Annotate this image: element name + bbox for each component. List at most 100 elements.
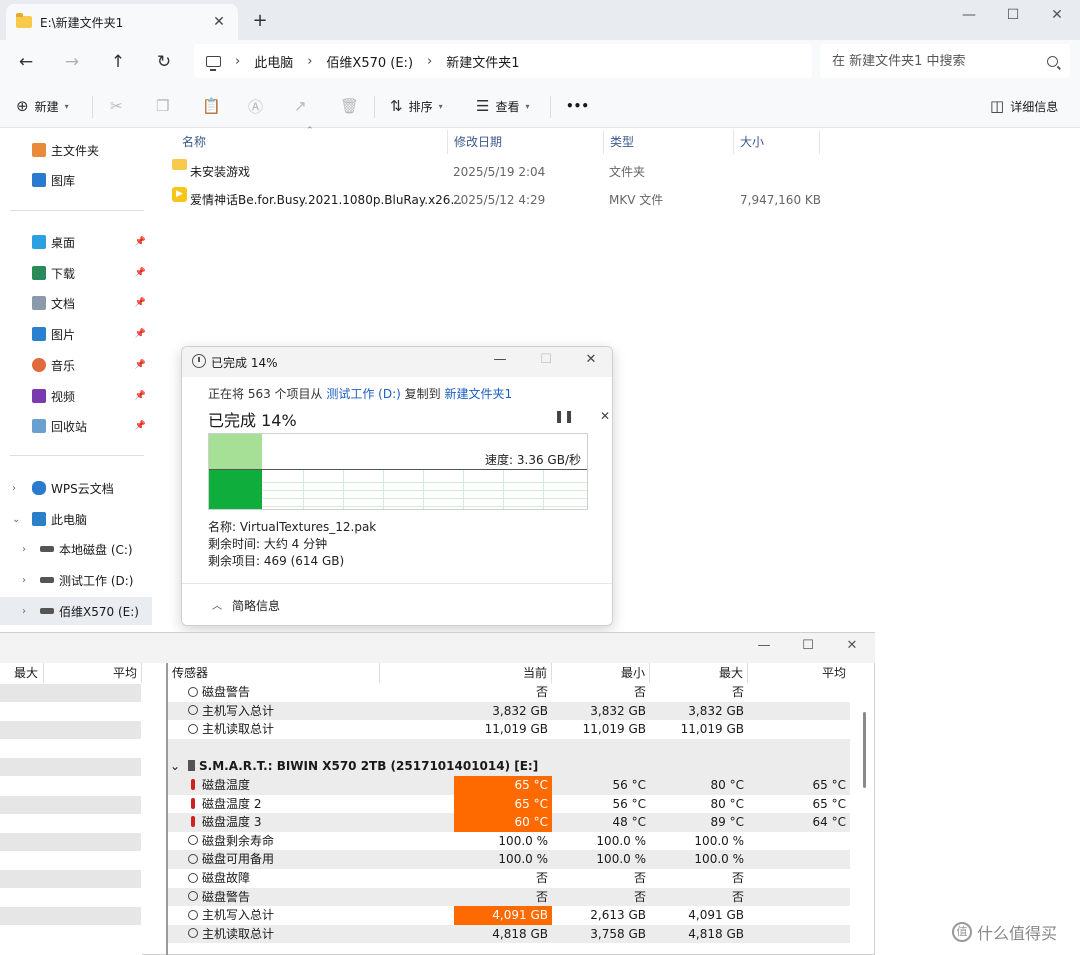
pause-icon[interactable]: ❚❚: [554, 409, 574, 423]
file-row[interactable]: ▶ 爱情神话Be.for.Busy.2021.1080p.BluRay.x26.…: [168, 187, 828, 213]
sidebar-item-pictures[interactable]: 图片 📌: [0, 320, 152, 348]
chevron-down-icon[interactable]: ⌄: [170, 757, 180, 776]
chevron-right-icon[interactable]: ›: [427, 54, 432, 69]
sensor-value-max: 89 °C: [710, 815, 744, 830]
sidebar-item-this-pc[interactable]: ⌄ 此电脑: [0, 505, 152, 533]
sensor-group-row[interactable]: ⌄ S.M.A.R.T.: BIWIN X570 2TB (25171014010…: [168, 757, 850, 776]
sensor-row[interactable]: 磁盘可用备用 100.0 % 100.0 % 100.0 %: [168, 850, 850, 869]
new-tab-icon[interactable]: +: [250, 10, 270, 31]
sensor-row[interactable]: 主机写入总计 3,832 GB 3,832 GB 3,832 GB: [168, 701, 850, 721]
drive-icon: [40, 608, 54, 614]
sensor-row[interactable]: 磁盘温度 65 °C 56 °C 80 °C 65 °C: [168, 776, 850, 795]
sidebar-item-documents[interactable]: 文档 📌: [0, 289, 152, 317]
breadcrumb-folder[interactable]: 新建文件夹1: [446, 52, 519, 71]
pin-icon[interactable]: 📌: [135, 360, 146, 370]
maximize-icon[interactable]: ☐: [990, 2, 1036, 28]
maximize-icon[interactable]: ☐: [796, 638, 820, 653]
sidebar-item-music[interactable]: 音乐 📌: [0, 351, 152, 379]
up-arrow-icon[interactable]: ↑: [106, 50, 130, 74]
tab-close-icon[interactable]: ✕: [210, 14, 228, 30]
close-window-icon[interactable]: ✕: [840, 638, 864, 653]
column-header-sensor[interactable]: 传感器: [168, 663, 380, 683]
source-link[interactable]: 测试工作 (D:): [326, 387, 400, 401]
less-details-button[interactable]: 简略信息: [232, 597, 280, 614]
sensor-row[interactable]: 主机读取总计 11,019 GB 11,019 GB 11,019 GB: [168, 720, 850, 739]
sidebar-item-drive-c[interactable]: › 本地磁盘 (C:): [0, 535, 152, 563]
share-button[interactable]: ↗: [294, 94, 307, 118]
column-header-name[interactable]: 名称: [174, 130, 448, 154]
column-header-current[interactable]: 当前: [380, 663, 552, 683]
destination-link[interactable]: 新建文件夹1: [444, 387, 512, 401]
scrollbar-thumb[interactable]: [863, 712, 866, 788]
copy-button[interactable]: ❐: [156, 94, 169, 118]
close-dialog-icon[interactable]: ✕: [579, 352, 603, 367]
column-header-max[interactable]: 最大: [0, 663, 44, 683]
sensor-row[interactable]: 磁盘剩余寿命 100.0 % 100.0 % 100.0 %: [168, 832, 850, 851]
column-header-date[interactable]: 修改日期: [446, 130, 604, 154]
search-icon[interactable]: [1047, 55, 1058, 67]
sidebar-item-drive-e[interactable]: › 佰维X570 (E:): [0, 597, 152, 625]
rename-button[interactable]: Ⓐ: [248, 94, 263, 118]
column-header-min[interactable]: 最小: [552, 663, 650, 683]
column-header-max[interactable]: 最大: [650, 663, 748, 683]
sidebar-item-downloads[interactable]: 下载 📌: [0, 259, 152, 287]
more-options-button[interactable]: •••: [566, 94, 589, 118]
close-window-icon[interactable]: ✕: [1034, 2, 1080, 28]
refresh-icon[interactable]: ↻: [152, 50, 176, 74]
column-header-avg[interactable]: 平均: [748, 663, 850, 683]
sensor-row[interactable]: 磁盘温度 2 65 °C 56 °C 80 °C 65 °C: [168, 794, 850, 814]
sensor-row[interactable]: 磁盘温度 3 60 °C 48 °C 89 °C 64 °C: [168, 813, 850, 832]
chevron-up-icon[interactable]: ︿: [212, 597, 222, 612]
minimize-icon[interactable]: —: [752, 638, 776, 653]
file-row[interactable]: 未安装游戏 2025/5/19 2:04 文件夹: [168, 159, 828, 185]
minimize-icon[interactable]: —: [946, 2, 992, 28]
forward-arrow-icon[interactable]: →: [60, 50, 84, 74]
chevron-right-icon[interactable]: ›: [22, 544, 26, 555]
sidebar-item-wps-cloud[interactable]: › WPS云文档: [0, 474, 152, 502]
search-input[interactable]: [832, 53, 1032, 69]
column-header-size[interactable]: 大小: [732, 130, 820, 154]
sort-button[interactable]: ⇅ 排序 ▾: [390, 94, 443, 118]
chevron-right-icon[interactable]: ›: [22, 606, 26, 617]
sidebar-item-recycle-bin[interactable]: 回收站 📌: [0, 412, 152, 440]
pin-icon[interactable]: 📌: [135, 237, 146, 247]
sensor-row[interactable]: 主机读取总计 4,818 GB 3,758 GB 4,818 GB: [168, 924, 850, 944]
pin-icon[interactable]: 📌: [135, 421, 146, 431]
chevron-down-icon[interactable]: ⌄: [12, 514, 20, 525]
sidebar-item-gallery[interactable]: 图库: [0, 166, 152, 194]
paste-button[interactable]: 📋: [202, 94, 221, 118]
chevron-right-icon[interactable]: ›: [22, 575, 26, 586]
pin-icon[interactable]: 📌: [135, 298, 146, 308]
sidebar-item-drive-d[interactable]: › 测试工作 (D:): [0, 566, 152, 594]
search-box[interactable]: [820, 44, 1070, 78]
chevron-right-icon[interactable]: ›: [307, 54, 312, 69]
back-arrow-icon[interactable]: ←: [14, 50, 38, 74]
new-button[interactable]: ⊕ 新建 ▾: [16, 94, 69, 118]
cut-button[interactable]: ✂: [110, 94, 123, 118]
sidebar-item-desktop[interactable]: 桌面 📌: [0, 228, 152, 256]
chevron-down-icon: ▾: [525, 101, 530, 111]
breadcrumb-drive-e[interactable]: 佰维X570 (E:): [326, 52, 413, 71]
tab-current-folder[interactable]: E:\新建文件夹1 ✕: [6, 4, 238, 40]
sensor-row[interactable]: 主机写入总计 4,091 GB 2,613 GB 4,091 GB: [168, 906, 850, 925]
minimize-icon[interactable]: —: [488, 352, 512, 367]
chevron-right-icon[interactable]: ›: [12, 483, 16, 494]
pin-icon[interactable]: 📌: [135, 329, 146, 339]
chevron-right-icon[interactable]: ›: [235, 54, 240, 69]
cancel-copy-icon[interactable]: ✕: [600, 409, 610, 423]
sidebar-item-home[interactable]: 主文件夹: [0, 136, 152, 164]
sensor-row[interactable]: 磁盘故障 否 否 否: [168, 869, 850, 888]
delete-button[interactable]: 🗑: [340, 94, 359, 118]
breadcrumb-this-pc[interactable]: 此电脑: [254, 52, 293, 71]
sensor-row[interactable]: 磁盘警告 否 否 否: [168, 887, 850, 907]
address-bar[interactable]: › 此电脑 › 佰维X570 (E:) › 新建文件夹1: [194, 44, 812, 78]
file-name: 未安装游戏: [190, 165, 251, 179]
pin-icon[interactable]: 📌: [135, 268, 146, 278]
sidebar-item-videos[interactable]: 视频 📌: [0, 382, 152, 410]
view-button[interactable]: ☰ 查看 ▾: [476, 94, 529, 118]
pin-icon[interactable]: 📌: [135, 391, 146, 401]
column-header-type[interactable]: 类型: [602, 130, 734, 154]
column-header-avg[interactable]: 平均: [44, 663, 142, 683]
sensor-row[interactable]: 磁盘警告 否 否 否: [168, 683, 850, 702]
details-pane-button[interactable]: ◫ 详细信息: [990, 94, 1058, 118]
